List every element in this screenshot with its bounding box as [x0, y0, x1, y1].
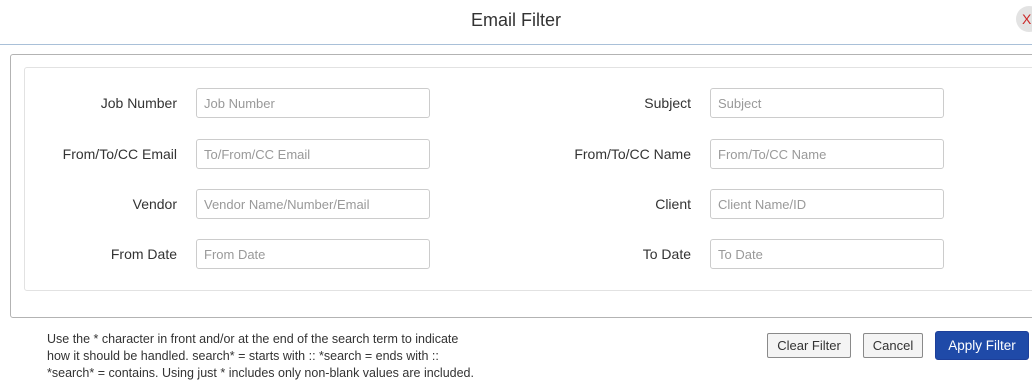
- to-date-label: To Date: [642, 246, 691, 262]
- job-number-input[interactable]: [196, 88, 430, 118]
- help-line: how it should be handled. search* = star…: [47, 349, 439, 363]
- help-line: Use the * character in front and/or at t…: [47, 332, 459, 346]
- search-help-text: Use the * character in front and/or at t…: [47, 331, 587, 382]
- to-date-input[interactable]: [710, 239, 944, 269]
- dialog-title: Email Filter: [470, 10, 561, 30]
- vendor-label: Vendor: [132, 196, 177, 212]
- subject-input[interactable]: [710, 88, 944, 118]
- from-to-cc-name-input[interactable]: [710, 139, 944, 169]
- clear-filter-button[interactable]: Clear Filter: [767, 333, 851, 358]
- from-date-input[interactable]: [196, 239, 430, 269]
- apply-filter-button[interactable]: Apply Filter: [935, 331, 1029, 360]
- client-label: Client: [655, 196, 691, 212]
- help-line: *search* = contains. Using just * includ…: [47, 366, 474, 380]
- from-to-cc-name-label: From/To/CC Name: [574, 146, 691, 162]
- cancel-button[interactable]: Cancel: [863, 333, 923, 358]
- email-filter-dialog: Email Filter X Job Number Subject From/T…: [0, 0, 1032, 383]
- from-to-cc-email-label: From/To/CC Email: [62, 146, 177, 162]
- title-divider: [0, 44, 1032, 45]
- job-number-label: Job Number: [100, 95, 177, 111]
- from-date-label: From Date: [110, 246, 177, 262]
- subject-label: Subject: [644, 95, 691, 111]
- vendor-input[interactable]: [196, 189, 430, 219]
- from-to-cc-email-input[interactable]: [196, 139, 430, 169]
- client-input[interactable]: [710, 189, 944, 219]
